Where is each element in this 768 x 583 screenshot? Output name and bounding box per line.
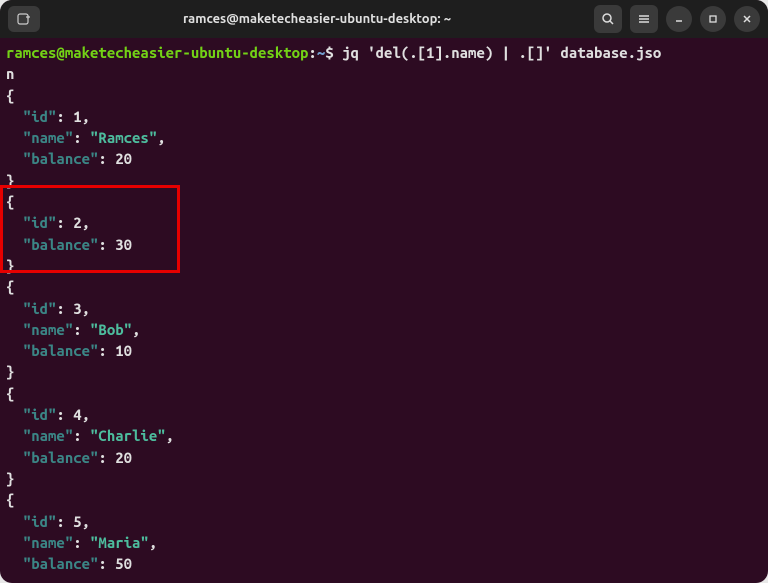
minimize-icon [674, 14, 684, 24]
close-button[interactable] [734, 6, 760, 32]
obj2-balance: "balance": 30 [6, 234, 762, 255]
minimize-button[interactable] [666, 6, 692, 32]
obj5-id: "id": 5, [6, 511, 762, 532]
obj1-id: "id": 1, [6, 106, 762, 127]
titlebar-right [594, 5, 760, 33]
terminal-window: ramces@maketecheasier-ubuntu-desktop: ~ [0, 0, 768, 583]
maximize-button[interactable] [700, 6, 726, 32]
obj4-balance: "balance": 20 [6, 447, 762, 468]
new-tab-icon [17, 12, 31, 26]
obj1-close: } [6, 170, 762, 191]
prompt-user: ramces [6, 44, 56, 61]
obj4-id: "id": 4, [6, 404, 762, 425]
obj1-balance: "balance": 20 [6, 148, 762, 169]
obj4-name: "name": "Charlie", [6, 425, 762, 446]
prompt-colon: : [308, 44, 316, 61]
obj3-balance: "balance": 10 [6, 340, 762, 361]
new-tab-button[interactable] [8, 6, 40, 32]
window-title: ramces@maketecheasier-ubuntu-desktop: ~ [46, 12, 588, 26]
obj5-name: "name": "Maria", [6, 532, 762, 553]
titlebar: ramces@maketecheasier-ubuntu-desktop: ~ [0, 0, 768, 38]
obj5-open: { [6, 489, 762, 510]
search-button[interactable] [594, 5, 622, 33]
prompt-path: ~ [317, 44, 325, 61]
close-icon [742, 14, 752, 24]
search-icon [601, 12, 615, 26]
obj5-balance: "balance": 50 [6, 553, 762, 574]
obj3-open: { [6, 276, 762, 297]
hamburger-icon [637, 12, 651, 26]
maximize-icon [708, 14, 718, 24]
prompt-dollar: $ [325, 44, 333, 61]
obj2-id: "id": 2, [6, 212, 762, 233]
command-wrap: n [6, 65, 14, 82]
prompt-host: maketecheasier-ubuntu-desktop [65, 44, 309, 61]
obj3-close: } [6, 361, 762, 382]
obj2-open: { [6, 191, 762, 212]
obj2-close: } [6, 255, 762, 276]
obj4-close: } [6, 468, 762, 489]
command-text [334, 44, 342, 61]
menu-button[interactable] [630, 5, 658, 33]
obj1-open: { [6, 85, 762, 106]
titlebar-left [8, 6, 40, 32]
obj4-open: { [6, 383, 762, 404]
command-wrap-line: n [6, 63, 762, 84]
prompt-at: @ [56, 44, 64, 61]
obj1-name: "name": "Ramces", [6, 127, 762, 148]
command: jq 'del(.[1].name) | .[]' database.jso [342, 44, 661, 61]
obj3-name: "name": "Bob", [6, 319, 762, 340]
obj3-id: "id": 3, [6, 298, 762, 319]
terminal-content[interactable]: ramces@maketecheasier-ubuntu-desktop:~$ … [0, 38, 768, 583]
prompt-line: ramces@maketecheasier-ubuntu-desktop:~$ … [6, 42, 762, 63]
